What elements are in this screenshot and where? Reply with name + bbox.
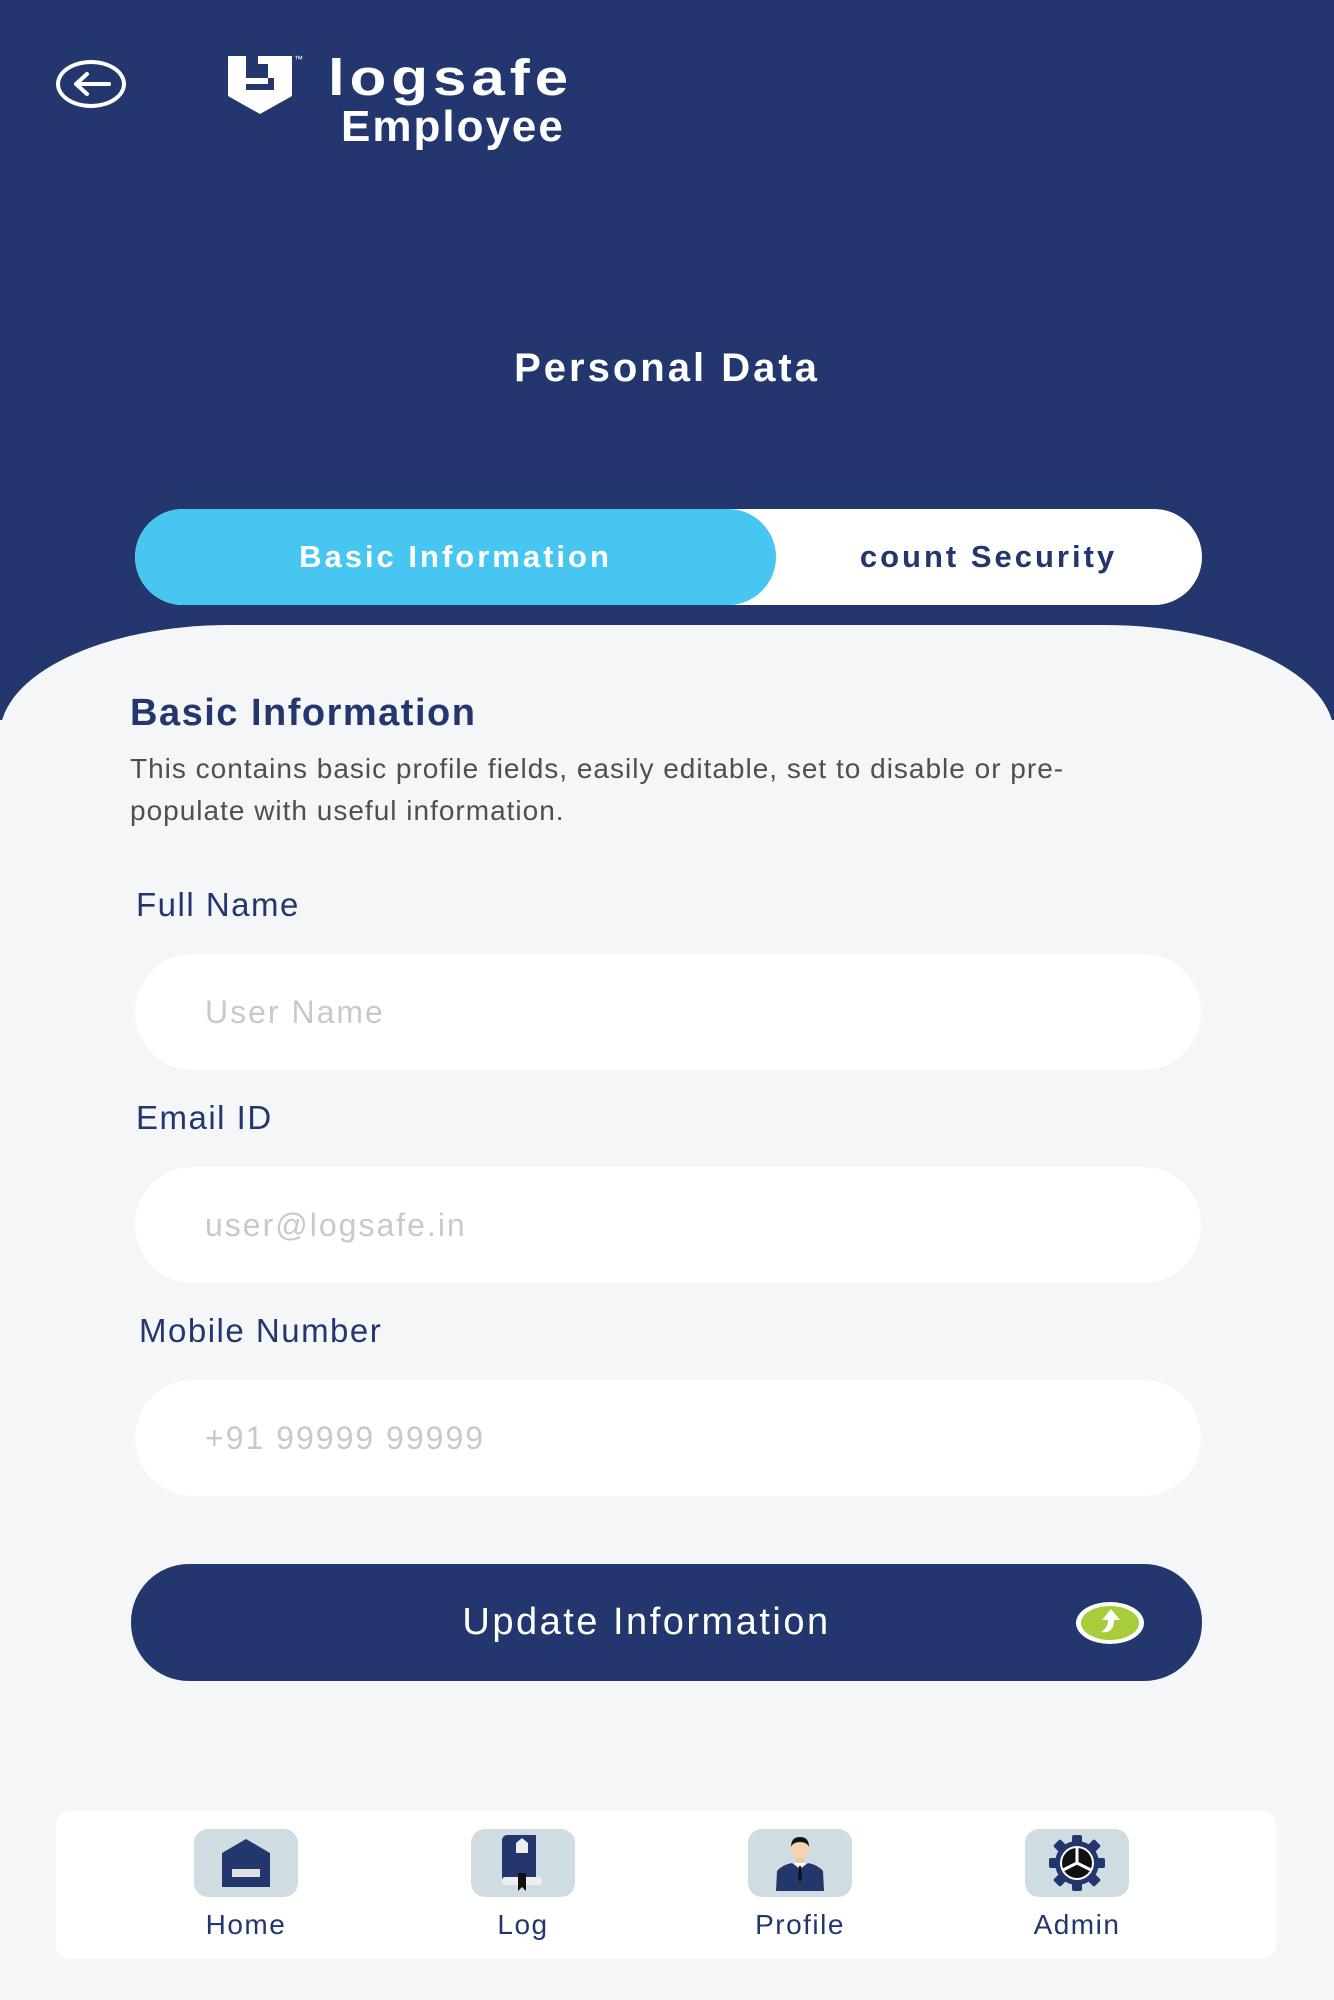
brand-name: logsafe — [328, 48, 574, 106]
nav-label: Admin — [1033, 1909, 1121, 1940]
update-information-button[interactable]: Update Information — [131, 1564, 1202, 1681]
nav-icon-tile — [194, 1829, 298, 1897]
page-title: Personal Data — [514, 346, 820, 390]
nav-label: Profile — [755, 1909, 845, 1940]
logsafe-shield-icon — [228, 56, 292, 114]
nav-item-admin[interactable]: Admin — [997, 1811, 1157, 1959]
section-title: Basic Information — [130, 692, 477, 734]
tab-bar: Basic Information count Security — [135, 509, 1202, 605]
full-name-input[interactable] — [135, 954, 1201, 1070]
arrow-left-icon — [74, 72, 111, 96]
email-input[interactable] — [135, 1167, 1201, 1283]
profile-person-icon — [776, 1837, 824, 1891]
tab-label: count Security — [859, 539, 1118, 574]
update-button-label: Update Information — [462, 1601, 831, 1643]
log-book-icon — [502, 1835, 542, 1891]
bottom-navigation: Home Log Profile Admin — [56, 1811, 1276, 1959]
nav-item-log[interactable]: Log — [443, 1811, 603, 1959]
brand-logo: ™ logsafe Employee — [228, 49, 648, 154]
trademark: ™ — [294, 54, 303, 64]
mobile-number-label: Mobile Number — [139, 1312, 383, 1349]
brand-subtitle: Employee — [341, 102, 565, 151]
nav-label: Home — [205, 1909, 287, 1940]
nav-icon-tile — [1025, 1829, 1129, 1897]
nav-item-profile[interactable]: Profile — [720, 1811, 880, 1959]
nav-icon-tile — [471, 1829, 575, 1897]
upload-arrow-icon — [1076, 1602, 1144, 1644]
section-description: This contains basic profile fields, easi… — [130, 753, 1065, 826]
nav-item-home[interactable]: Home — [166, 1811, 326, 1959]
mobile-number-input[interactable] — [135, 1380, 1201, 1496]
full-name-label: Full Name — [136, 886, 300, 923]
email-label: Email ID — [136, 1099, 273, 1136]
back-button[interactable] — [56, 60, 126, 108]
home-icon — [222, 1839, 270, 1887]
tab-basic-information[interactable]: Basic Information — [135, 509, 776, 605]
admin-gear-icon — [1049, 1835, 1105, 1891]
tab-label: Basic Information — [299, 539, 612, 574]
nav-icon-tile — [748, 1829, 852, 1897]
nav-label: Log — [497, 1909, 549, 1940]
